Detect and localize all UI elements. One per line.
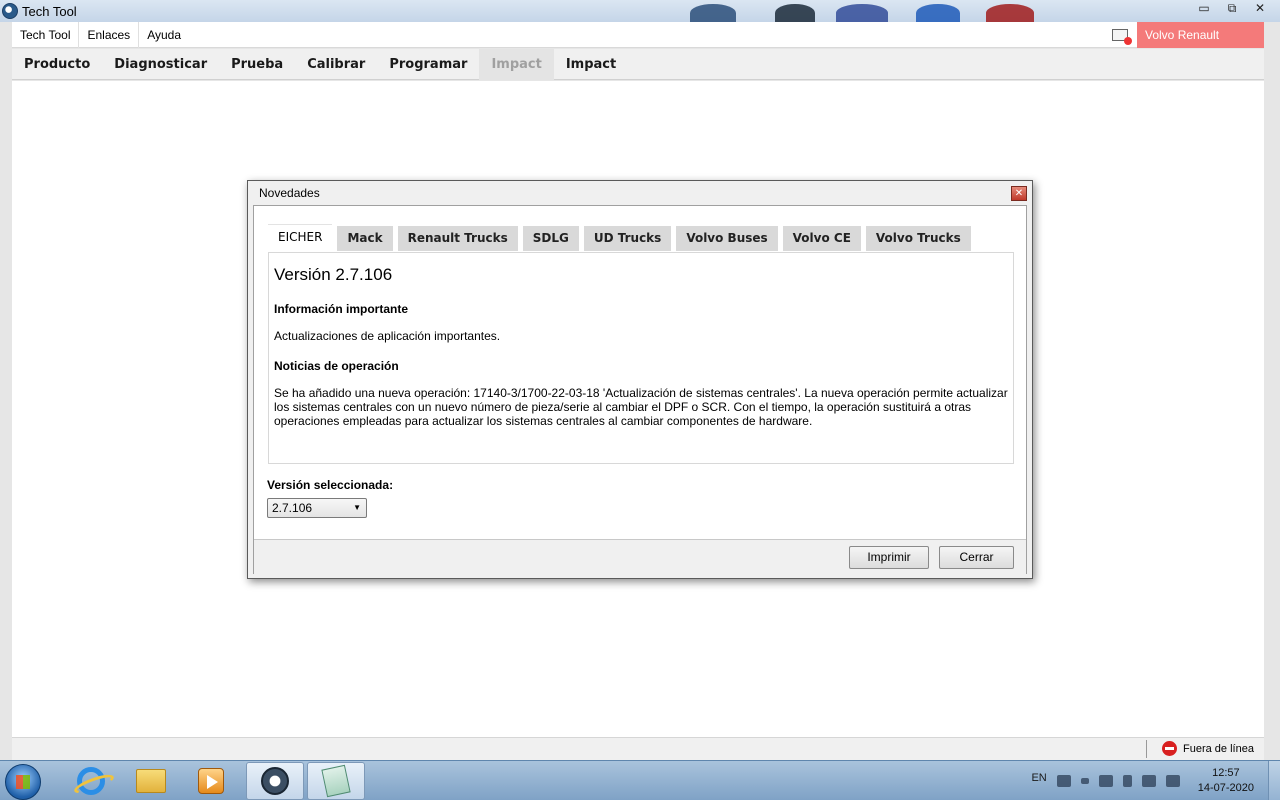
background-decoration <box>916 4 960 22</box>
important-info-text: Actualizaciones de aplicación importante… <box>274 329 501 343</box>
tab-volvo-ce[interactable]: Volvo CE <box>782 226 861 251</box>
taskbar-file-explorer[interactable] <box>122 762 180 800</box>
menu-tech-tool[interactable]: Tech Tool <box>12 21 80 48</box>
start-button[interactable] <box>5 764 41 800</box>
signal-icon[interactable] <box>1141 775 1156 787</box>
nav-calibrar[interactable]: Calibrar <box>295 49 377 80</box>
minimize-button[interactable]: ▭ <box>1190 0 1218 18</box>
news-panel: Versión 2.7.106 Información importante A… <box>268 252 1014 464</box>
status-bar: Fuera de línea <box>12 737 1264 760</box>
menu-ayuda[interactable]: Ayuda <box>139 22 189 48</box>
nav-prueba[interactable]: Prueba <box>219 49 295 80</box>
important-info-heading: Información importante <box>274 302 409 316</box>
window-controls: ▭ ⧉ ✕ <box>1190 0 1274 18</box>
folder-icon <box>136 769 166 793</box>
taskbar-tech-tool[interactable] <box>246 762 304 800</box>
windows-taskbar: EN 12:57 14-07-2020 <box>0 760 1280 800</box>
news-version-title: Versión 2.7.106 <box>274 265 393 284</box>
tab-mack[interactable]: Mack <box>337 226 393 251</box>
operation-news-heading: Noticias de operación <box>274 359 399 373</box>
version-select-value: 2.7.106 <box>272 501 313 515</box>
messages-icon[interactable] <box>1112 29 1132 45</box>
clock[interactable]: 12:57 14-07-2020 <box>1198 766 1254 796</box>
dialog-title: Novedades <box>248 181 1032 205</box>
novedades-dialog: Novedades ✕ EICHER Mack Renault Trucks S… <box>247 180 1033 579</box>
window-title: Tech Tool <box>22 3 77 19</box>
volume-icon[interactable] <box>1165 775 1180 787</box>
show-hidden-icons-icon[interactable] <box>1080 778 1089 784</box>
dialog-close-icon[interactable]: ✕ <box>1011 186 1027 201</box>
dialog-button-row: Imprimir Cerrar <box>254 539 1026 574</box>
system-tray: EN 12:57 14-07-2020 <box>1031 761 1280 800</box>
connection-status[interactable]: Fuera de línea <box>1162 741 1254 756</box>
taskbar-notepad[interactable] <box>307 762 365 800</box>
tab-volvo-buses[interactable]: Volvo Buses <box>676 226 778 251</box>
media-player-icon <box>198 768 224 794</box>
clock-time: 12:57 <box>1212 767 1240 779</box>
taskbar-internet-explorer[interactable] <box>62 762 120 800</box>
show-desktop-button[interactable] <box>1268 761 1280 800</box>
nav-impact-disabled: Impact <box>479 48 554 80</box>
nav-producto[interactable]: Producto <box>12 49 102 80</box>
menu-right-area: Volvo Renault Trucks <box>1112 22 1264 68</box>
background-decoration <box>986 4 1034 22</box>
menu-bar: Tech Tool Enlaces Ayuda Volvo Renault Tr… <box>12 21 1264 68</box>
print-button[interactable]: Imprimir <box>849 546 929 569</box>
offline-icon <box>1162 741 1177 756</box>
background-decoration <box>836 4 888 22</box>
brand-badge[interactable]: Volvo Renault Trucks <box>1137 22 1264 68</box>
tab-volvo-trucks[interactable]: Volvo Trucks <box>865 226 971 251</box>
connection-status-label: Fuera de línea <box>1183 742 1254 755</box>
nav-programar[interactable]: Programar <box>377 49 479 80</box>
nav-impact[interactable]: Impact <box>554 49 628 80</box>
tech-tool-logo-icon <box>2 3 18 19</box>
background-decoration <box>690 4 736 22</box>
dropdown-arrow-icon: ▼ <box>353 503 361 512</box>
tab-renault-trucks[interactable]: Renault Trucks <box>397 226 518 251</box>
tab-eicher[interactable]: EICHER <box>268 224 333 251</box>
version-select[interactable]: 2.7.106 ▼ <box>267 498 367 518</box>
nav-diagnosticar[interactable]: Diagnosticar <box>102 49 219 80</box>
tab-ud-trucks[interactable]: UD Trucks <box>583 226 672 251</box>
status-divider <box>1146 740 1147 758</box>
brand-tabs: EICHER Mack Renault Trucks SDLG UD Truck… <box>268 224 976 251</box>
taskbar-media-player[interactable] <box>182 762 240 800</box>
background-decoration <box>775 4 815 22</box>
close-window-button[interactable]: ✕ <box>1246 0 1274 18</box>
window-titlebar: Tech Tool ▭ ⧉ ✕ <box>0 0 1280 22</box>
language-indicator[interactable]: EN <box>1031 772 1046 784</box>
dialog-body: EICHER Mack Renault Trucks SDLG UD Truck… <box>253 205 1027 574</box>
main-navigation: Producto Diagnosticar Prueba Calibrar Pr… <box>12 48 1264 80</box>
battery-icon[interactable] <box>1122 775 1132 787</box>
restore-button[interactable]: ⧉ <box>1218 0 1246 18</box>
menu-enlaces[interactable]: Enlaces <box>79 21 140 48</box>
keyboard-icon[interactable] <box>1056 775 1071 787</box>
internet-explorer-icon <box>77 767 105 795</box>
operation-news-text: Se ha añadido una nueva operación: 17140… <box>274 386 1008 428</box>
close-button[interactable]: Cerrar <box>939 546 1014 569</box>
selected-version-label: Versión seleccionada: <box>267 478 394 492</box>
clock-date: 14-07-2020 <box>1197 782 1254 794</box>
network-icon[interactable] <box>1098 775 1113 787</box>
tab-sdlg[interactable]: SDLG <box>522 226 579 251</box>
notepad-icon <box>321 764 351 798</box>
tech-tool-icon <box>261 767 289 795</box>
